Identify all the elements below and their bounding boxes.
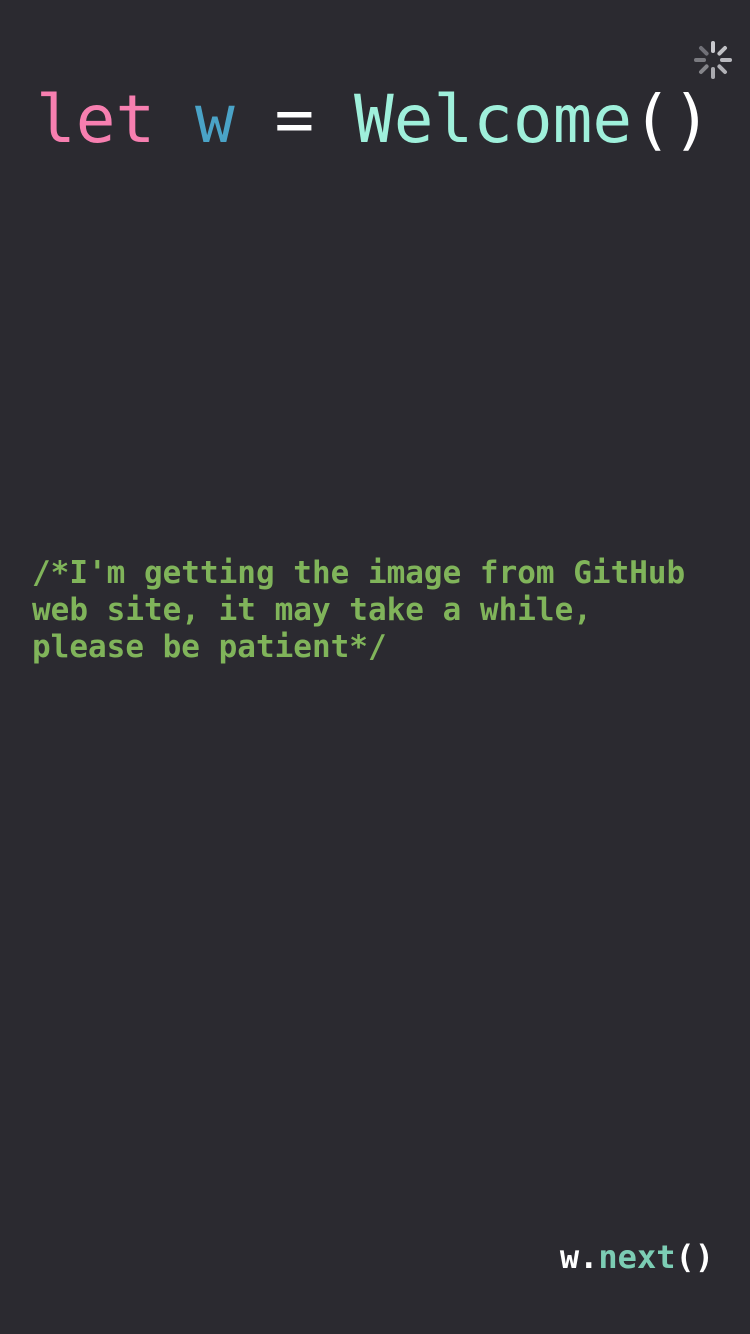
title-parens: () [632, 81, 712, 158]
comment-line: web site, it may take a while, [32, 592, 592, 628]
title-keyword: let [36, 81, 156, 158]
next-dot: . [579, 1238, 599, 1276]
title-operator: = [274, 81, 315, 158]
title-variable: w [194, 81, 235, 158]
loading-spinner-icon [694, 41, 732, 79]
loading-comment: /*I'm getting the image from GitHub web s… [32, 555, 722, 666]
next-method: next [598, 1238, 676, 1276]
next-parens: () [675, 1238, 714, 1276]
comment-line: /*I'm getting the image from GitHub [32, 555, 686, 591]
welcome-title: let w = Welcome() [36, 78, 712, 162]
title-type-name: Welcome [353, 81, 633, 158]
next-object: w [559, 1238, 580, 1276]
comment-line: please be patient*/ [32, 629, 387, 665]
next-button[interactable]: w.next() [560, 1236, 714, 1278]
